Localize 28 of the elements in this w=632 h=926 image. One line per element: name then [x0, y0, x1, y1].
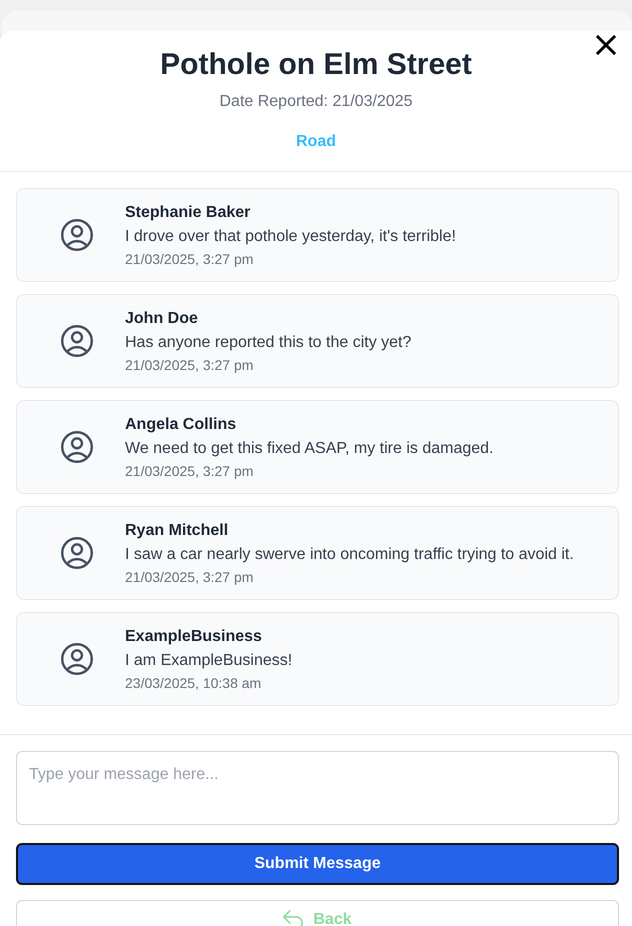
user-icon [61, 643, 93, 675]
comment-time: 21/03/2025, 3:27 pm [125, 356, 254, 375]
date-reported: Date Reported: 21/03/2025 [218, 92, 414, 112]
user-icon [61, 431, 93, 463]
category-label: Road [295, 132, 337, 152]
comment-text: We need to get this fixed ASAP, my tire is damaged. [125, 439, 494, 459]
author-name: Angela Collins [125, 415, 238, 435]
author-name: Stephanie Baker [125, 203, 252, 223]
close-icon [596, 35, 616, 55]
comment-time: 21/03/2025, 3:27 pm [125, 250, 254, 269]
comment-time: 23/03/2025, 10:38 am [125, 674, 262, 693]
undo-arrow-icon [283, 910, 304, 926]
user-icon [61, 325, 93, 357]
comment-time: 21/03/2025, 3:27 pm [125, 568, 254, 587]
author-name: Ryan Mitchell [125, 521, 230, 541]
comment-text: I saw a car nearly swerve into oncoming traffic trying to avoid it. [125, 545, 574, 565]
user-icon [61, 537, 93, 569]
close-button[interactable] [596, 35, 616, 55]
author-name: John Doe [125, 309, 199, 329]
comment-text: I drove over that pothole yesterday, it's terrible! [125, 227, 456, 247]
message-field[interactable]: Type your message here... [16, 751, 619, 825]
comment-time: 21/03/2025, 3:27 pm [125, 462, 254, 481]
report-title: Pothole on Elm Street [159, 47, 473, 83]
author-name: ExampleBusiness [125, 627, 263, 647]
submit-button[interactable]: Submit Message [16, 843, 619, 885]
comment-text: I am ExampleBusiness! [125, 651, 292, 671]
comment-text: Has anyone reported this to the city yet? [125, 333, 412, 353]
user-icon [61, 219, 93, 251]
